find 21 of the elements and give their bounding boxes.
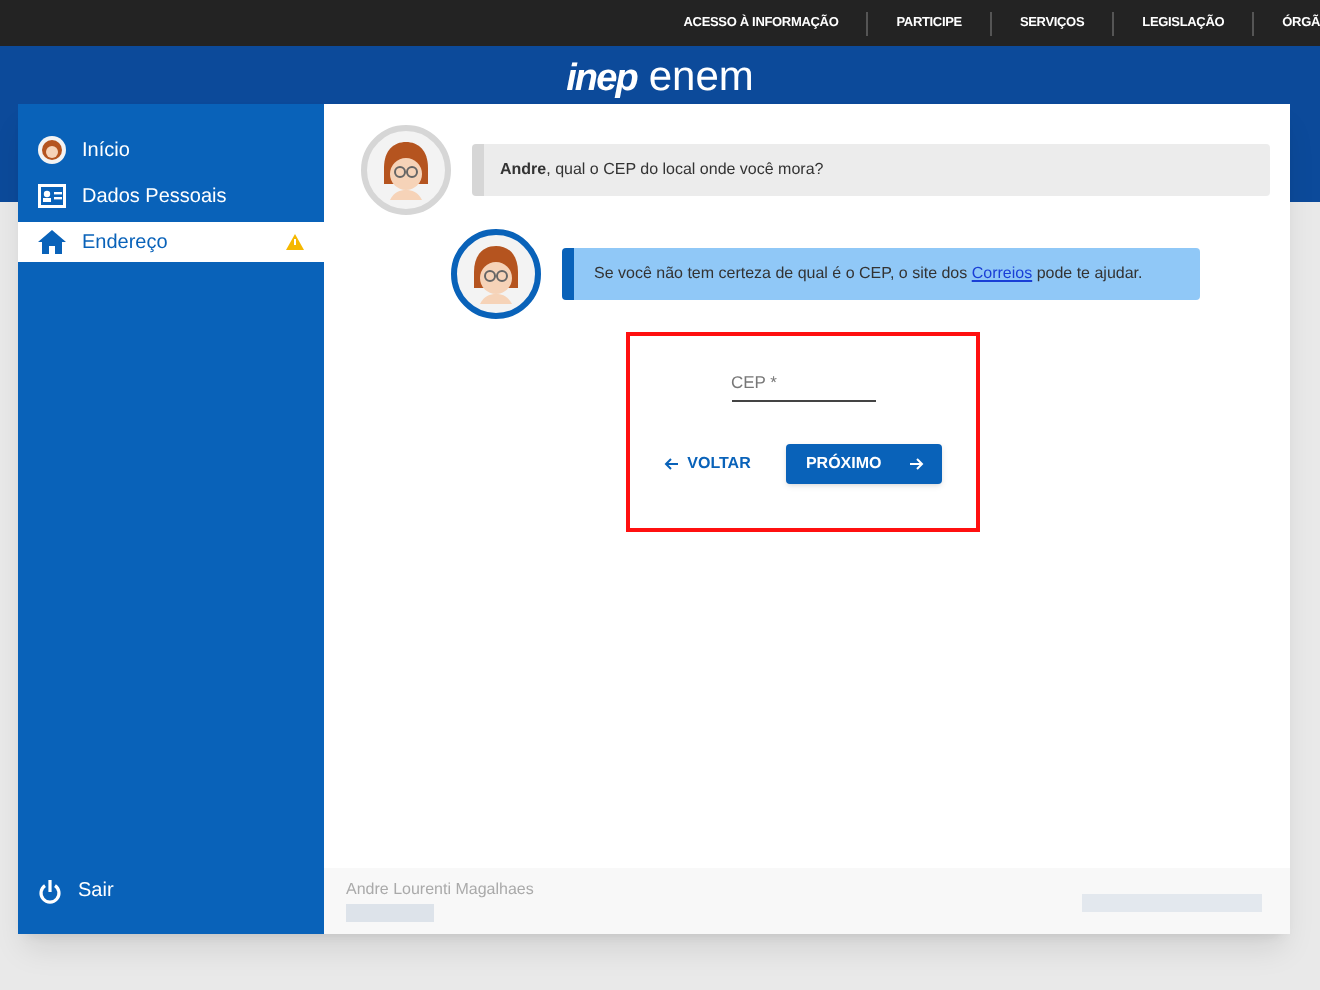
sidebar-item[interactable]: Dados Pessoais: [18, 176, 324, 216]
cep-input-field[interactable]: CEP *: [731, 366, 875, 402]
back-button[interactable]: VOLTAR: [663, 452, 751, 476]
question-bubble: Andre, qual o CEP do local onde você mora?: [472, 144, 1270, 196]
sidebar-item[interactable]: Início: [18, 130, 324, 170]
avatar-icon: [360, 124, 452, 216]
arrow-right-icon: [909, 458, 924, 470]
sidebar-item[interactable]: Endereço: [18, 222, 324, 262]
logo-brand: inep: [566, 60, 637, 98]
next-button[interactable]: PRÓXIMO: [786, 444, 943, 484]
user-name: Andre Lourenti Magalhaes: [346, 878, 534, 902]
avatar-icon: [38, 136, 66, 164]
home-icon: [38, 230, 66, 254]
logo-product: enem: [648, 56, 754, 98]
correios-link[interactable]: Correios: [971, 264, 1033, 282]
arrow-left-icon: [663, 458, 678, 470]
power-icon: [38, 879, 62, 903]
id-card-icon: [38, 184, 66, 208]
hint-bubble: Se você não tem certeza de qual é o CEP, o site dos Correios pode te ajudar.: [562, 248, 1200, 300]
logout-button[interactable]: Sair: [18, 876, 324, 906]
avatar-icon: [450, 228, 542, 320]
